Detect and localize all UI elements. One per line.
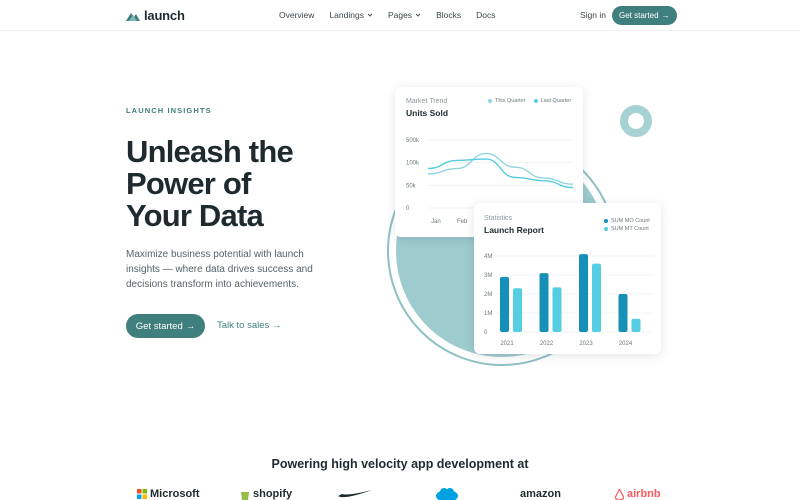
- y-tick-label: 500k: [406, 138, 420, 144]
- y-tick-label: 100k: [406, 161, 420, 167]
- swoosh-icon: [338, 490, 372, 498]
- decorative-ring: [620, 105, 652, 137]
- shopping-bag-icon: [241, 491, 249, 500]
- bar-2022-1: [552, 287, 562, 332]
- bar-2021-0: [500, 276, 509, 332]
- headline-line: Your Data: [126, 198, 264, 233]
- x-tick-label: 2021: [500, 341, 514, 347]
- y-tick-label: 50k: [406, 183, 417, 189]
- bar-2024-0: [618, 294, 628, 332]
- arrow-right-icon: →: [185, 320, 196, 332]
- bar-chart: 4M 3M 2M 1M 0 2021 2022 2023 2024: [484, 254, 654, 347]
- nav-label: Blocks: [436, 10, 462, 20]
- hero-eyebrow: LAUNCH INSIGHTS: [126, 106, 212, 115]
- bar-2023-0: [579, 254, 588, 332]
- arrow-right-icon: →: [272, 320, 282, 331]
- bar-2022-0: [539, 273, 549, 332]
- airbnb-icon: [615, 488, 624, 500]
- button-label: Get started: [619, 11, 659, 20]
- x-tick-label: 2024: [619, 341, 633, 347]
- brand-logo[interactable]: launch: [126, 8, 185, 23]
- chevron-down-icon: [415, 13, 421, 17]
- hero-headline: Unleash the Power of Your Data: [126, 136, 366, 232]
- chevron-down-icon: [367, 13, 373, 17]
- brand-name: shopify: [253, 488, 293, 500]
- airbnb-logo: airbnb: [615, 488, 661, 500]
- nav-label: Landings: [329, 10, 364, 20]
- customer-logos: Microsoft shopify nike salesforce amazon…: [0, 488, 800, 500]
- talk-to-sales-link[interactable]: Talk to sales →: [217, 320, 282, 331]
- bar-2023-1: [592, 263, 601, 332]
- logos-heading: Powering high velocity app development a…: [271, 457, 529, 471]
- microsoft-icon: [137, 489, 147, 499]
- cloud-icon: [436, 488, 458, 500]
- x-tick-label: Jan: [431, 219, 441, 225]
- launch-report-card: Statistics Launch Report SUM MO Count SU…: [474, 203, 661, 354]
- nav-item-blocks[interactable]: Blocks: [436, 10, 461, 20]
- x-tick-label: 2023: [579, 341, 593, 347]
- microsoft-logo: Microsoft: [137, 488, 200, 500]
- nav-item-landings[interactable]: Landings: [329, 10, 373, 20]
- nike-logo: nike: [338, 488, 372, 498]
- brand-name: launch: [144, 8, 185, 23]
- bar-2021-1: [513, 288, 522, 332]
- button-label: Get started: [135, 320, 183, 332]
- nav-label: Pages: [387, 10, 413, 20]
- y-tick-label: 0: [484, 330, 488, 336]
- y-tick-label: 0: [406, 206, 410, 212]
- x-tick-label: 2022: [540, 341, 554, 347]
- brand-name: airbnb: [627, 488, 661, 500]
- nav-label: Docs: [476, 10, 496, 20]
- series-line-1: [427, 158, 574, 189]
- nav-label: Overview: [279, 10, 315, 20]
- y-tick-label: 4M: [484, 254, 492, 260]
- bar-2024-1: [631, 318, 641, 332]
- brand-name: Microsoft: [150, 488, 200, 500]
- mountain-logo-icon: [126, 13, 140, 21]
- arrow-right-icon: →: [661, 11, 670, 20]
- nav-item-docs[interactable]: Docs: [476, 10, 495, 20]
- primary-nav: Overview Landings Pages Blocks Docs: [279, 10, 510, 20]
- y-tick-label: 2M: [484, 292, 492, 298]
- x-tick-label: Feb: [457, 219, 468, 225]
- shopify-logo: shopify: [240, 488, 292, 500]
- salesforce-logo: salesforce: [436, 488, 458, 500]
- nav-item-pages[interactable]: Pages: [388, 10, 421, 20]
- link-label: Talk to sales: [217, 320, 270, 331]
- top-nav: launch Overview Landings Pages Blocks Do…: [0, 0, 800, 31]
- amazon-logo: amazon: [520, 488, 561, 500]
- headline-line: Power of: [126, 166, 251, 201]
- brand-name: amazon: [520, 488, 561, 500]
- headline-line: Unleash the: [126, 134, 294, 169]
- sign-in-link[interactable]: Sign in: [580, 10, 606, 20]
- y-tick-label: 1M: [484, 311, 492, 317]
- nav-get-started-button[interactable]: Get started →: [612, 6, 677, 25]
- y-tick-label: 3M: [484, 273, 492, 279]
- get-started-button[interactable]: Get started →: [126, 314, 205, 338]
- hero-subtitle: Maximize business potential with launch …: [126, 249, 313, 290]
- nav-item-overview[interactable]: Overview: [279, 10, 314, 20]
